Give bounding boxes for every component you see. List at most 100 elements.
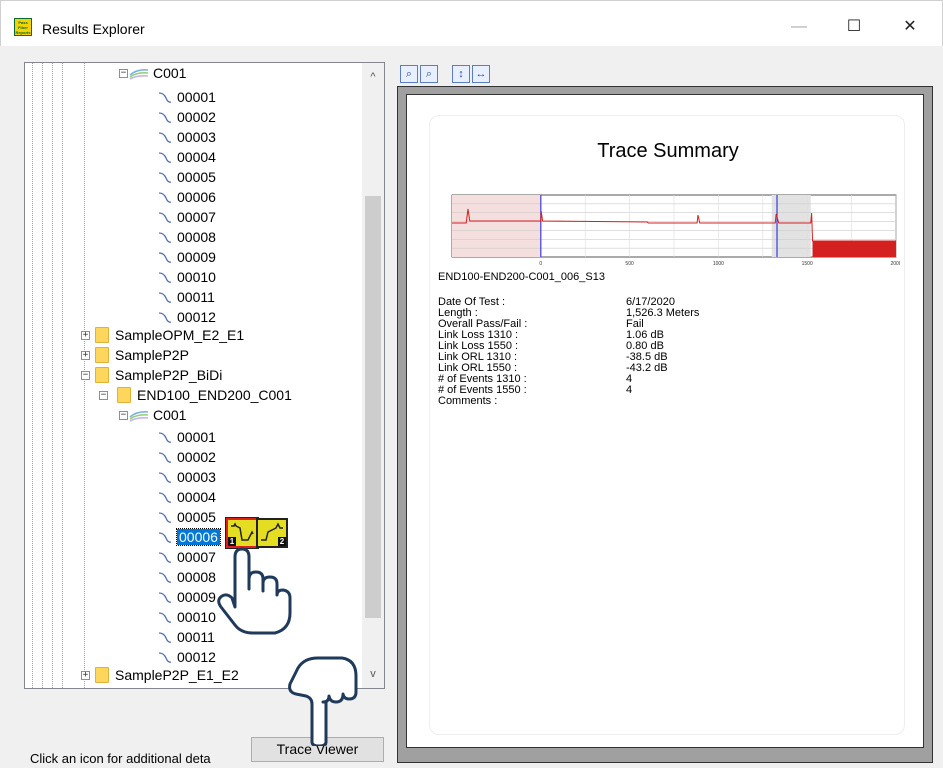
tree-item-label: 00005 [177, 509, 216, 525]
tree-scrollbar[interactable]: ^ v [362, 63, 384, 688]
tree-item-trace[interactable]: 00007 [158, 547, 216, 567]
tree-item-trace[interactable]: 00002 [158, 107, 216, 127]
tree-item-trace[interactable]: 00009 [158, 247, 216, 267]
tree-item-label: 00006 [176, 528, 221, 546]
zoom-out-icon[interactable]: ⌕ [420, 65, 438, 83]
close-button[interactable]: ✕ [887, 11, 933, 43]
tree-item-folder[interactable]: END100_END200_C001 [117, 385, 292, 405]
tree-item-trace[interactable]: 00007 [158, 207, 216, 227]
tree-item-trace-selected[interactable]: 00006 [158, 527, 221, 547]
trace-icon [158, 652, 172, 663]
trace-icon [158, 472, 172, 483]
tree-item-trace[interactable]: 00012 [158, 647, 216, 667]
results-tree[interactable]: − C001 00001 00002 00003 00004 00005 00006 00007… [24, 62, 385, 689]
tree-item-label: 00008 [177, 569, 216, 585]
maximize-button[interactable]: ☐ [831, 11, 877, 43]
zoom-in-icon[interactable]: ⌕ [400, 65, 418, 83]
tree-item-trace[interactable]: 00011 [158, 287, 215, 307]
tree-item-trace[interactable]: 00002 [158, 447, 216, 467]
tree-item-trace[interactable]: 00012 [158, 307, 216, 327]
info-value: 1,526.3 Meters [626, 307, 700, 319]
trace-icon [158, 152, 172, 163]
collapse-icon[interactable]: − [119, 411, 128, 420]
otdr-trace-svg: 0 500 1000 1500 2000 [451, 194, 902, 267]
tree-item-cable[interactable]: C001 [129, 405, 186, 425]
tree-item-label: 00006 [177, 189, 216, 205]
folder-icon [117, 387, 131, 403]
tree-guide-line [52, 63, 53, 688]
scroll-up-icon[interactable]: ^ [362, 67, 384, 87]
x-tick-label: 2000 [890, 261, 900, 267]
trace-icon [158, 592, 172, 603]
hand-pointer-icon [288, 656, 358, 746]
fit-vertical-icon[interactable]: ↕ [452, 65, 470, 83]
tree-item-label: 00007 [177, 209, 216, 225]
tree-item-trace[interactable]: 00010 [158, 607, 216, 627]
tree-item-label: 00011 [177, 289, 215, 305]
tree-item-trace[interactable]: 00003 [158, 127, 216, 147]
tree-item-cable[interactable]: C001 [129, 63, 186, 83]
expand-icon[interactable]: + [81, 331, 90, 340]
scroll-down-icon[interactable]: v [362, 664, 384, 684]
tree-item-trace[interactable]: 00008 [158, 227, 216, 247]
tree-item-trace[interactable]: 00006 [158, 187, 216, 207]
trace-icon [158, 172, 172, 183]
app-logo-icon: Pass Fiber Reports [14, 18, 32, 36]
tree-item-label: 00004 [177, 149, 216, 165]
folder-icon [95, 327, 109, 343]
scroll-thumb[interactable] [365, 196, 381, 618]
tree-guide-line [62, 63, 63, 688]
report-title: Trace Summary [597, 140, 739, 162]
tree-item-folder[interactable]: SampleP2P_E1_E2 [95, 665, 239, 685]
info-value: 4 [626, 373, 633, 385]
trace-icon [158, 452, 172, 463]
tree-item-label: 00012 [177, 309, 216, 325]
tree-item-label: 00003 [177, 469, 216, 485]
tree-item-label: 00010 [177, 609, 216, 625]
expand-icon[interactable]: + [81, 671, 90, 680]
tree-item-trace[interactable]: 00009 [158, 587, 216, 607]
tree-item-folder[interactable]: SampleP2P_BiDi [95, 365, 222, 385]
tree-item-label: 00011 [177, 629, 215, 645]
tree-item-label: 00008 [177, 229, 216, 245]
tree-item-label: C001 [153, 65, 187, 81]
fiber-cable-icon [129, 411, 149, 422]
minimize-button[interactable]: — [776, 11, 822, 43]
status-text: Click an icon for additional deta [30, 751, 211, 766]
folder-icon [95, 667, 109, 683]
trace-icon [158, 632, 172, 643]
tree-item-trace[interactable]: 00004 [158, 147, 216, 167]
collapse-icon[interactable]: − [119, 69, 128, 78]
trace-icon [158, 532, 172, 543]
tree-guide-line [32, 63, 33, 688]
info-label: Comments : [438, 395, 498, 407]
tree-item-trace[interactable]: 00005 [158, 167, 216, 187]
trace-icon [158, 612, 172, 623]
report-preview: Trace Summary 0 500 1000 1500 2000 END100-EN… [397, 86, 933, 763]
event-1550-icon[interactable]: 2 [256, 518, 288, 548]
tree-item-trace[interactable]: 00005 [158, 507, 216, 527]
tree-item-trace[interactable]: 00008 [158, 567, 216, 587]
tree-item-trace[interactable]: 00001 [158, 87, 216, 107]
tree-item-trace[interactable]: 00010 [158, 267, 216, 287]
chart-shaded-region [452, 195, 541, 257]
fit-horizontal-icon[interactable]: ↔ [472, 65, 490, 83]
folder-icon [95, 347, 109, 363]
expand-icon[interactable]: + [81, 351, 90, 360]
trace-icon [158, 212, 172, 223]
tree-item-trace[interactable]: 00003 [158, 467, 216, 487]
tree-item-trace[interactable]: 00011 [158, 627, 215, 647]
trace-icon [158, 232, 172, 243]
tree-item-label: 00002 [177, 109, 216, 125]
trace-icon [158, 552, 172, 563]
tree-item-trace[interactable]: 00004 [158, 487, 216, 507]
trace-icon [158, 432, 172, 443]
tree-item-folder[interactable]: SampleOPM_E2_E1 [95, 325, 244, 345]
tree-item-label: 00002 [177, 449, 216, 465]
tree-item-trace[interactable]: 00001 [158, 427, 216, 447]
info-row: Comments : [438, 396, 826, 407]
tree-item-folder[interactable]: SampleP2P [95, 345, 189, 365]
event-1310-icon[interactable]: 1 [225, 517, 259, 549]
collapse-icon[interactable]: − [99, 391, 108, 400]
collapse-icon[interactable]: − [81, 371, 90, 380]
